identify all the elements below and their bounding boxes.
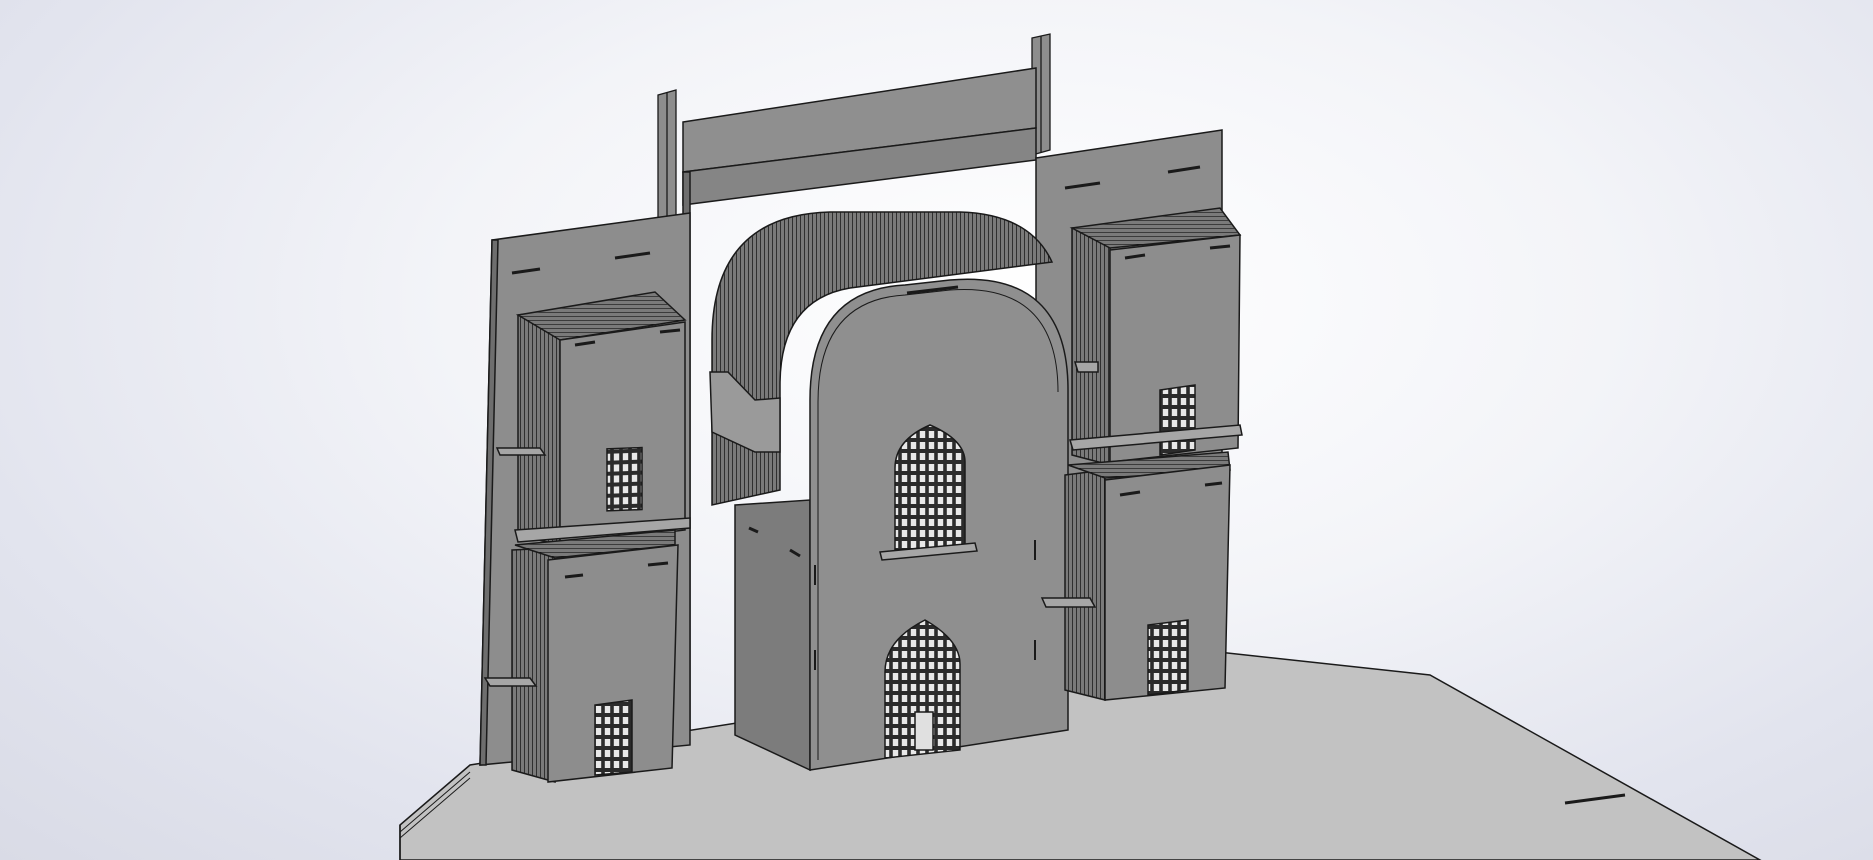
left-tower-upper[interactable] bbox=[495, 291, 691, 546]
assembly-model[interactable] bbox=[0, 0, 1873, 860]
arched-doorway-lower[interactable] bbox=[884, 619, 961, 759]
right-tower-lower[interactable] bbox=[1040, 451, 1231, 701]
left-tower-lower[interactable] bbox=[483, 529, 679, 783]
cad-3d-viewport[interactable] bbox=[0, 0, 1873, 860]
right-tower-upper[interactable] bbox=[1069, 207, 1243, 466]
